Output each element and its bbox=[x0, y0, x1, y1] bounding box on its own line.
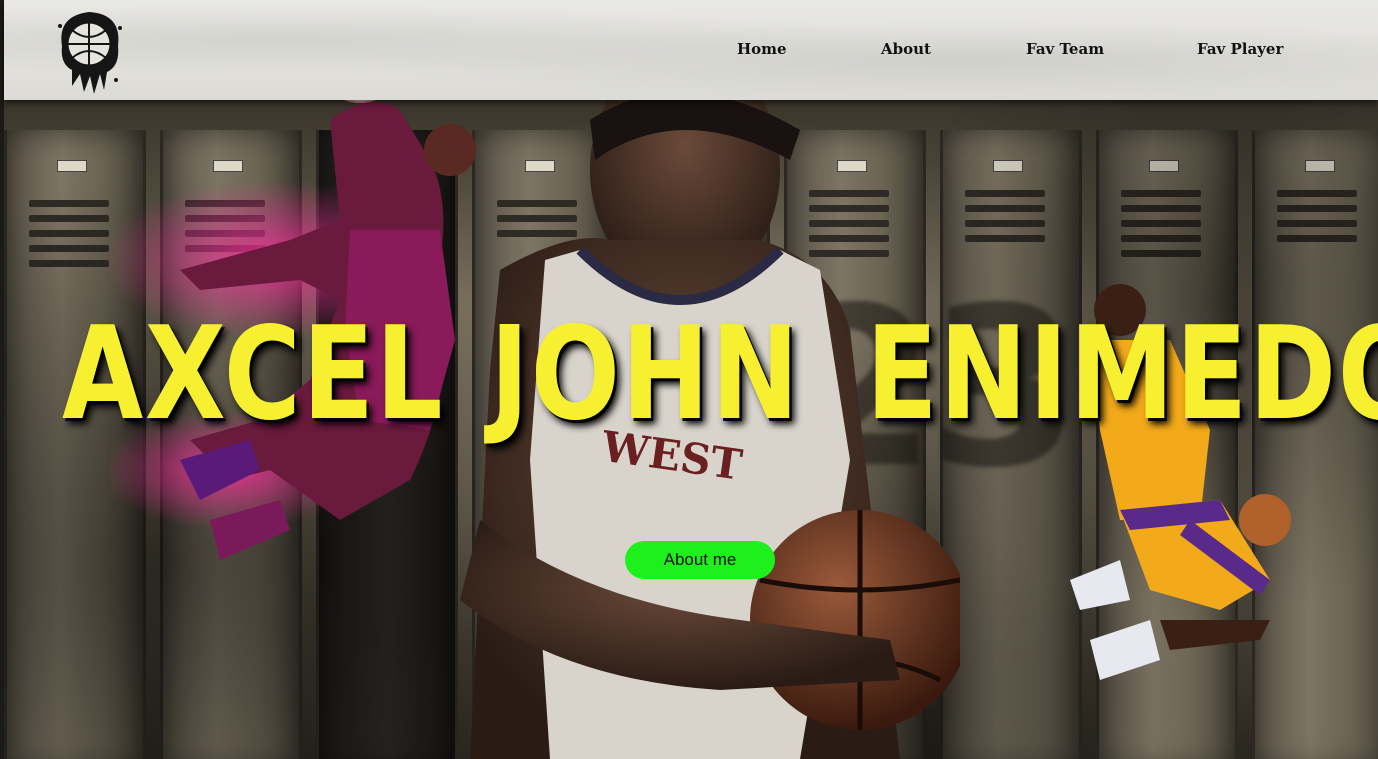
hero-name-title: AXCEL JOHN ENIMEDO bbox=[0, 300, 1378, 449]
basketball-icon bbox=[750, 510, 960, 730]
basketball-icon bbox=[1239, 494, 1291, 546]
nav-fav-team[interactable]: Fav Team bbox=[1026, 40, 1104, 58]
nav-about[interactable]: About bbox=[881, 40, 931, 58]
site-header: Home About Fav Team Fav Player bbox=[4, 0, 1378, 100]
nav-home[interactable]: Home bbox=[737, 40, 787, 58]
page: 23 WEST AXCEL JOHN ENIMEDO About me Home… bbox=[0, 0, 1378, 759]
hero-name-middle: JOHN bbox=[490, 300, 801, 449]
about-me-button[interactable]: About me bbox=[625, 541, 775, 579]
hero-name-last: ENIMEDO bbox=[866, 300, 1378, 449]
nav-fav-player[interactable]: Fav Player bbox=[1197, 40, 1283, 58]
main-nav: Home About Fav Team Fav Player bbox=[4, 40, 1378, 60]
hero-name-first: AXCEL bbox=[62, 300, 445, 449]
